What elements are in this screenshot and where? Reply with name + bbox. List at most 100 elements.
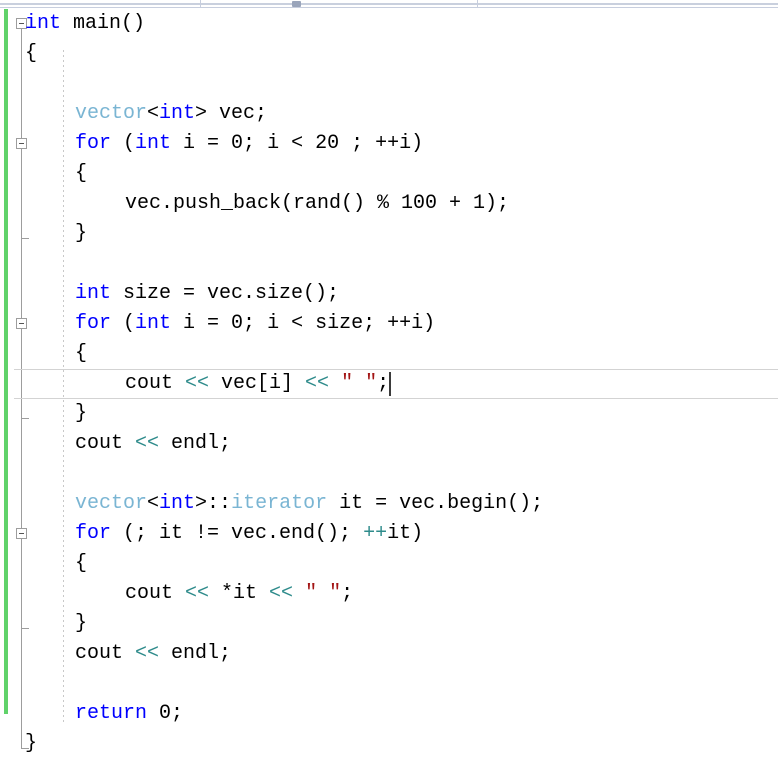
code-line[interactable]: } — [0, 219, 778, 249]
code-line-text: cout << *it << " "; — [0, 579, 353, 609]
code-line-text: for (; it != vec.end(); ++it) — [0, 519, 423, 549]
code-line-text: } — [0, 729, 37, 759]
code-token-op: ++ — [363, 522, 388, 545]
code-line-text: vector<int> vec; — [0, 99, 267, 129]
code-token-plain: vec.push_back(rand() % 100 + 1); — [125, 192, 510, 215]
code-line-text: for (int i = 0; i < size; ++i) — [0, 309, 435, 339]
code-token-op: << — [185, 582, 210, 605]
code-token-type: vector — [75, 492, 148, 515]
code-token-kw: int — [25, 12, 62, 35]
splitter-track[interactable] — [0, 3, 778, 5]
code-token-kw: for — [75, 132, 112, 155]
code-token-plain: >:: — [195, 492, 232, 515]
code-token-plain: } — [25, 732, 38, 755]
code-line[interactable]: } — [0, 609, 778, 639]
code-token-kw: int — [135, 312, 172, 335]
code-token-plain: i = 0; i < size; ++i) — [171, 312, 436, 335]
code-token-plain: main() — [61, 12, 146, 35]
code-token-plain: < — [147, 102, 160, 125]
code-line-text: } — [0, 219, 87, 249]
editor-top-splitter[interactable] — [0, 0, 778, 8]
code-editor-window[interactable]: int main(){vector<int> vec; for (int i = … — [0, 0, 778, 755]
text-caret — [389, 372, 391, 396]
code-token-plain: cout — [125, 372, 186, 395]
code-line-text: cout << vec[i] << " "; — [0, 369, 389, 399]
code-token-plain: cout — [75, 642, 136, 665]
code-line-text: vec.push_back(rand() % 100 + 1); — [0, 189, 509, 219]
code-line-text: { — [0, 159, 87, 189]
code-line[interactable]: int main() — [0, 9, 778, 39]
code-token-plain: size = vec.size(); — [111, 282, 340, 305]
code-token-plain: cout — [125, 582, 186, 605]
code-line-text: vector<int>::iterator it = vec.begin(); — [0, 489, 543, 519]
code-token-plain: (; it != vec.end(); — [111, 522, 364, 545]
code-line[interactable]: { — [0, 159, 778, 189]
code-token-plain: < — [147, 492, 160, 515]
code-token-plain: endl; — [159, 642, 232, 665]
splitter-handle[interactable] — [292, 1, 301, 7]
code-line-text: } — [0, 609, 87, 639]
code-line[interactable]: { — [0, 549, 778, 579]
code-token-str: " " — [305, 582, 342, 605]
code-line-text: { — [0, 549, 87, 579]
code-line-text: { — [0, 39, 37, 69]
code-line[interactable] — [0, 669, 778, 699]
code-token-plain: { — [75, 552, 88, 575]
code-token-kw: for — [75, 312, 112, 335]
code-line-text: for (int i = 0; i < 20 ; ++i) — [0, 129, 423, 159]
code-token-plain: } — [75, 222, 88, 245]
code-line[interactable] — [0, 69, 778, 99]
splitter-tick-right — [477, 0, 478, 8]
code-token-type: vector — [75, 102, 148, 125]
code-token-plain: cout — [75, 432, 136, 455]
code-line-text: int main() — [0, 9, 145, 39]
code-line[interactable]: for (int i = 0; i < size; ++i) — [0, 309, 778, 339]
code-token-plain: ( — [111, 312, 136, 335]
code-token-str: " " — [341, 372, 378, 395]
code-line[interactable]: int size = vec.size(); — [0, 279, 778, 309]
code-text-area[interactable]: int main(){vector<int> vec; for (int i = … — [0, 9, 778, 755]
code-token-kw: int — [159, 102, 196, 125]
code-token-op: << — [269, 582, 294, 605]
code-line[interactable]: vector<int>::iterator it = vec.begin(); — [0, 489, 778, 519]
code-token-plain: vec[i] — [209, 372, 306, 395]
code-token-kw: int — [159, 492, 196, 515]
code-line-text: return 0; — [0, 699, 183, 729]
code-line[interactable]: vec.push_back(rand() % 100 + 1); — [0, 189, 778, 219]
code-line[interactable]: cout << *it << " "; — [0, 579, 778, 609]
code-line[interactable]: cout << endl; — [0, 429, 778, 459]
code-token-plain: ( — [111, 132, 136, 155]
code-token-plain: > vec; — [195, 102, 268, 125]
code-line-text: { — [0, 339, 87, 369]
code-token-kw: for — [75, 522, 112, 545]
code-line[interactable]: { — [0, 339, 778, 369]
code-token-plain: i = 0; i < 20 ; ++i) — [171, 132, 424, 155]
code-token-plain: endl; — [159, 432, 232, 455]
code-token-op: << — [185, 372, 210, 395]
code-token-op: << — [305, 372, 330, 395]
code-line[interactable]: for (; it != vec.end(); ++it) — [0, 519, 778, 549]
code-line[interactable]: for (int i = 0; i < 20 ; ++i) — [0, 129, 778, 159]
code-line[interactable] — [0, 249, 778, 279]
code-token-plain: { — [75, 162, 88, 185]
code-line[interactable]: return 0; — [0, 699, 778, 729]
code-token-kw: int — [75, 282, 112, 305]
code-line-text: } — [0, 399, 87, 429]
code-line-text: cout << endl; — [0, 639, 231, 669]
code-line[interactable] — [0, 459, 778, 489]
code-line[interactable]: } — [0, 729, 778, 759]
code-token-op: << — [135, 432, 160, 455]
code-token-plain: ; — [341, 582, 354, 605]
code-line[interactable]: vector<int> vec; — [0, 99, 778, 129]
code-line[interactable]: { — [0, 39, 778, 69]
code-token-plain: *it — [209, 582, 270, 605]
code-token-plain: } — [75, 402, 88, 425]
code-token-plain: it = vec.begin(); — [327, 492, 544, 515]
code-token-kw: int — [135, 132, 172, 155]
code-token-type: iterator — [231, 492, 328, 515]
code-line[interactable]: cout << endl; — [0, 639, 778, 669]
code-token-plain: { — [25, 42, 38, 65]
code-line[interactable]: } — [0, 399, 778, 429]
